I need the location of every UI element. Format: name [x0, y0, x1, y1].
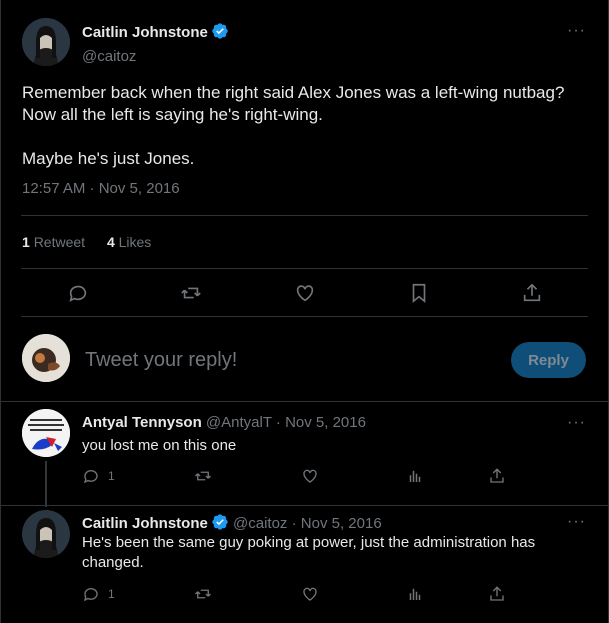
divider: [21, 316, 588, 317]
reply-author-handle[interactable]: @caitoz: [233, 515, 287, 532]
reply-icon: [83, 470, 98, 484]
more-icon[interactable]: ···: [567, 22, 586, 40]
reply-count-button[interactable]: 1: [82, 585, 115, 603]
reply-text: you lost me on this one: [82, 437, 237, 454]
like-stat[interactable]: 4 Likes: [107, 234, 151, 250]
reply-author-avatar[interactable]: [22, 510, 70, 558]
reply-author-avatar[interactable]: [22, 409, 70, 457]
share-icon[interactable]: [488, 585, 506, 603]
more-icon[interactable]: ···: [567, 513, 586, 531]
author-avatar[interactable]: [22, 18, 70, 66]
retweet-icon[interactable]: [194, 467, 212, 485]
author-name[interactable]: Caitlin Johnstone: [82, 24, 208, 41]
author-handle[interactable]: @caitoz: [82, 48, 229, 65]
like-icon[interactable]: [290, 278, 320, 308]
reply-count: 1: [108, 587, 115, 601]
retweet-icon[interactable]: [194, 585, 212, 603]
like-icon[interactable]: [301, 585, 319, 603]
tweet-text: Remember back when the right said Alex J…: [22, 82, 592, 192]
reply-date[interactable]: · Nov 5, 2016: [276, 414, 366, 431]
reply-composer: Tweet your reply! Reply: [1, 322, 609, 394]
reply-action-bar: 1: [1, 585, 609, 607]
tweet-text-paragraph-2: Maybe he's just Jones.: [22, 149, 195, 168]
reply-author-handle[interactable]: @AntyalT: [206, 414, 272, 431]
divider: [21, 268, 588, 269]
tweet-thread-panel: Caitlin Johnstone @caitoz ··· Remember b…: [0, 0, 609, 623]
reply-input[interactable]: Tweet your reply!: [85, 349, 237, 372]
reply-action-bar: 1: [1, 467, 609, 489]
reply-author-name[interactable]: Antyal Tennyson: [82, 414, 202, 431]
author-info: Caitlin Johnstone @caitoz: [82, 22, 229, 65]
retweet-icon[interactable]: [176, 278, 206, 308]
reply-icon[interactable]: [63, 278, 93, 308]
reply-tweet[interactable]: Antyal Tennyson @AntyalT · Nov 5, 2016 ·…: [1, 401, 609, 507]
verified-icon: [211, 513, 229, 535]
tweet-action-bar: [1, 278, 609, 308]
tweet-stats: 1 Retweet 4 Likes: [22, 234, 151, 250]
user-avatar[interactable]: [22, 334, 70, 382]
views-icon[interactable]: [406, 467, 424, 485]
like-icon[interactable]: [301, 467, 319, 485]
reply-tweet[interactable]: Caitlin Johnstone @caitoz · Nov 5, 2016 …: [1, 505, 609, 623]
reply-count-button[interactable]: 1: [82, 467, 115, 485]
reply-button[interactable]: Reply: [511, 342, 586, 378]
retweet-stat[interactable]: 1 Retweet: [22, 234, 85, 250]
reply-date[interactable]: · Nov 5, 2016: [292, 515, 382, 532]
verified-icon: [211, 22, 229, 45]
reply-count: 1: [108, 469, 115, 483]
divider: [21, 215, 588, 216]
tweet-text-paragraph-1: Remember back when the right said Alex J…: [22, 83, 565, 124]
bookmark-icon[interactable]: [404, 278, 434, 308]
reply-icon: [83, 588, 98, 602]
views-icon[interactable]: [406, 585, 424, 603]
reply-header: Antyal Tennyson @AntyalT · Nov 5, 2016: [82, 414, 366, 431]
share-icon[interactable]: [517, 278, 547, 308]
reply-author-name[interactable]: Caitlin Johnstone: [82, 515, 208, 532]
tweet-timestamp[interactable]: 12:57 AM · Nov 5, 2016: [22, 180, 180, 197]
reply-header: Caitlin Johnstone @caitoz · Nov 5, 2016: [82, 513, 382, 535]
more-icon[interactable]: ···: [567, 414, 586, 432]
share-icon[interactable]: [488, 467, 506, 485]
reply-text: He's been the same guy poking at power, …: [82, 534, 536, 571]
